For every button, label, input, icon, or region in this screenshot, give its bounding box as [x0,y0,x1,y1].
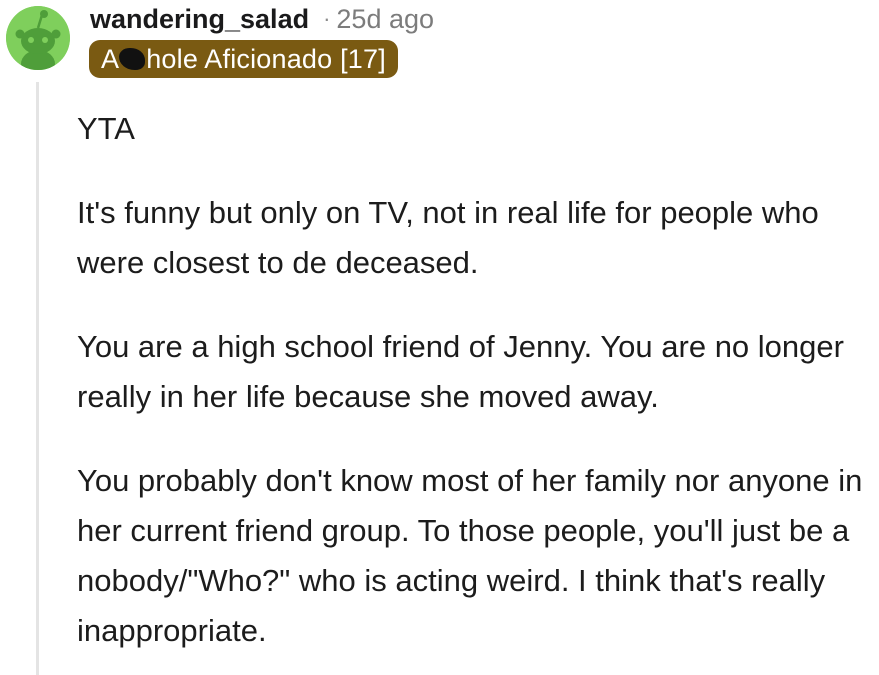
flair-text-start: A [101,43,120,74]
username-link[interactable]: wandering_salad [90,4,309,35]
comment-paragraph: You are a high school friend of Jenny. Y… [77,329,844,414]
comment-paragraph: You probably don't know most of her fami… [77,463,863,648]
user-flair-badge[interactable]: Ahole Aficionado [17] [89,40,398,78]
flair-text-end: hole Aficionado [17] [146,43,386,74]
snoo-avatar-icon [6,6,70,70]
separator-dot: · [323,6,331,31]
comment-body: YTA It's funny but only on TV, not in re… [77,104,872,656]
user-avatar[interactable] [6,6,70,70]
thread-line[interactable] [36,82,39,675]
comment-timestamp[interactable]: 25d ago [336,4,434,35]
redaction-mark [119,48,146,70]
comment-header: wandering_salad · 25d ago [90,2,434,36]
comment-paragraph: YTA [77,111,135,146]
comment-paragraph: It's funny but only on TV, not in real l… [77,195,819,280]
